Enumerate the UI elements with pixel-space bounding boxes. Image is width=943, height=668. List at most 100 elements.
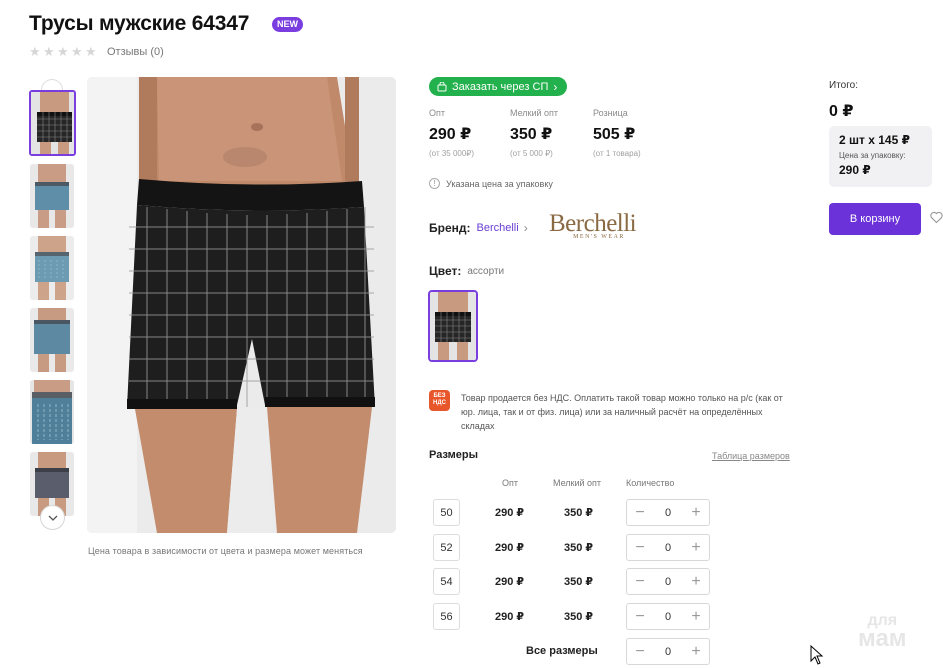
product-photo [87,77,396,533]
thumbnail-list [29,78,77,528]
brand-row: Бренд: Berchelli › [429,221,528,235]
thumbnail-item[interactable] [30,236,74,300]
price-label: Розница [593,108,628,118]
all-sizes-quantity-stepper: − 0 + [626,638,710,665]
sp-button-label: Заказать через СП [452,80,549,93]
price-value: 290 ₽ [429,126,472,143]
product-thumbnail-image [30,236,74,300]
watermark-line2: мам [858,625,907,652]
brand-link[interactable]: Berchelli [477,222,519,234]
price-info-text: Указана цена за упаковку [446,178,553,189]
size-opt-price: 290 ₽ [495,611,525,623]
plus-button[interactable]: + [689,539,703,555]
star-icon: ★ [57,44,69,59]
quantity-stepper: − 0 + [626,568,710,595]
pack-price-box: 2 шт х 145 ₽ Цена за упаковку: 290 ₽ [829,126,932,187]
size-small-opt-price: 350 ₽ [564,542,594,554]
product-thumbnail-image [30,380,74,444]
heart-icon [930,211,943,224]
thumbnail-item[interactable] [30,380,74,444]
star-icon: ★ [71,44,83,59]
info-icon: ! [429,178,440,189]
size-opt-price: 290 ₽ [495,576,525,588]
star-icon: ★ [43,44,55,59]
mouse-cursor-icon [810,644,824,668]
size-cell: 52 [433,534,460,561]
plus-button[interactable]: + [689,504,703,520]
pack-quantity-price: 2 шт х 145 ₽ [839,133,910,147]
price-value: 505 ₽ [593,126,636,143]
price-value: 350 ₽ [510,126,553,143]
quantity-stepper: − 0 + [626,603,710,630]
minus-button[interactable]: − [633,643,647,659]
quantity-value[interactable]: 0 [665,507,671,519]
plus-button[interactable]: + [689,573,703,589]
price-label: Опт [429,108,445,118]
pack-price-label: Цена за упаковку: [839,151,906,160]
minus-button[interactable]: − [633,504,647,520]
quantity-stepper: − 0 + [626,534,710,561]
no-vat-icon: БЕЗ НДС [429,390,450,411]
price-retail: Розница 505 ₽ (от 1 товара) [593,108,641,158]
minus-button[interactable]: − [633,573,647,589]
price-disclaimer: Цена товара в зависимости от цвета и раз… [88,546,363,556]
sizes-title: Размеры [429,449,479,461]
price-opt: Опт 290 ₽ (от 35 000₽) [429,108,474,158]
price-info-line: ! Указана цена за упаковку [429,178,553,189]
color-label: Цвет: [429,264,462,278]
all-sizes-label: Все размеры [526,645,598,657]
color-swatch-selected[interactable] [428,290,478,362]
quantity-stepper: − 0 + [626,499,710,526]
price-label: Мелкий опт [510,108,559,118]
plus-button[interactable]: + [689,608,703,624]
pack-price-value: 290 ₽ [839,163,871,177]
product-thumbnail-image [30,164,74,228]
price-small-opt: Мелкий опт 350 ₽ (от 5 000 ₽) [510,108,558,158]
thumbnail-item[interactable] [29,90,76,156]
size-table-link[interactable]: Таблица размеров [712,451,790,461]
star-icon: ★ [29,44,41,59]
chevron-down-icon [48,515,57,521]
plus-button[interactable]: + [689,643,703,659]
size-small-opt-price: 350 ₽ [564,611,594,623]
total-label: Итого: [829,80,858,91]
total-value: 0 ₽ [829,103,854,120]
product-main-image[interactable] [87,77,396,533]
column-header-qty: Количество [626,478,675,488]
color-value: ассорти [467,265,505,277]
thumbnails-scroll-down-button[interactable] [40,505,65,530]
chevron-right-icon: › [523,221,528,235]
size-opt-price: 290 ₽ [495,542,525,554]
watermark-logo: для мам [858,612,907,651]
quantity-value[interactable]: 0 [665,611,671,623]
price-note: (от 1 товара) [593,149,641,158]
minus-button[interactable]: − [633,608,647,624]
minus-button[interactable]: − [633,539,647,555]
size-small-opt-price: 350 ₽ [564,576,594,588]
price-note: (от 5 000 ₽) [510,149,553,158]
thumbnail-item[interactable] [30,308,74,372]
price-note: (от 35 000₽) [429,149,475,158]
new-badge: NEW [272,17,303,32]
favorite-button[interactable] [930,211,943,225]
bag-icon [437,81,447,91]
quantity-value[interactable]: 0 [665,576,671,588]
size-small-opt-price: 350 ₽ [564,507,594,519]
thumbnail-item[interactable] [30,164,74,228]
size-opt-price: 290 ₽ [495,507,525,519]
brand-logo[interactable]: Berchelli MEN'S WEAR [549,211,657,245]
size-cell: 56 [433,603,460,630]
quantity-value[interactable]: 0 [665,646,671,658]
brand-label: Бренд: [429,221,471,235]
product-thumbnail-image [30,308,74,372]
order-via-sp-button[interactable]: Заказать через СП › [429,77,568,96]
color-swatch-image [430,292,476,360]
column-header-small-opt: Мелкий опт [553,478,602,488]
reviews-link[interactable]: Отзывы (0) [107,46,164,58]
product-thumbnail-image [31,92,74,154]
page-title: Трусы мужские 64347 [29,12,250,35]
quantity-value[interactable]: 0 [665,542,671,554]
add-to-cart-button[interactable]: В корзину [829,203,921,235]
size-cell: 50 [433,499,460,526]
rating-stars[interactable]: ★ ★ ★ ★ ★ [29,44,97,59]
